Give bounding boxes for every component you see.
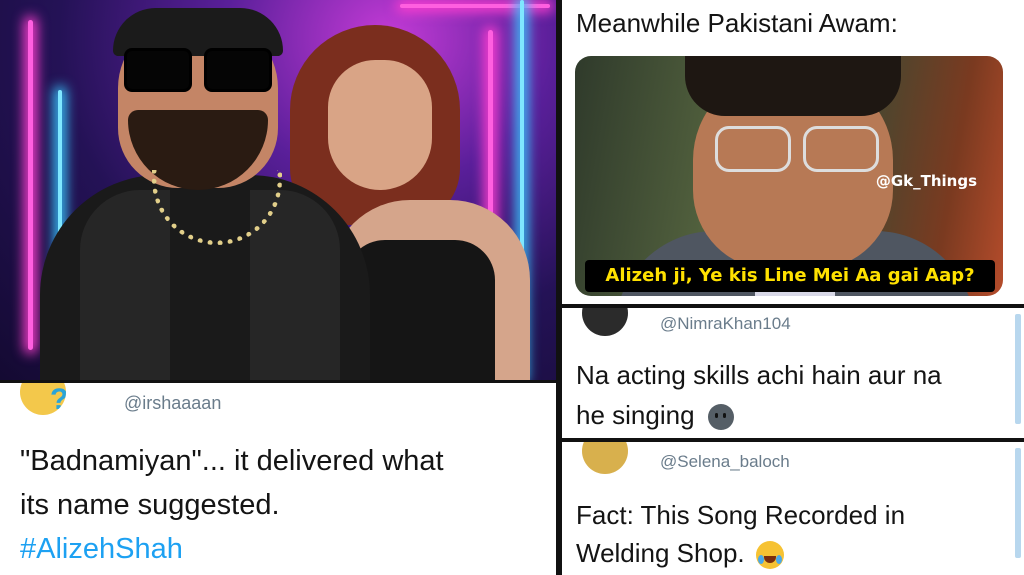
tweet-line-2-text: Welding Shop.: [576, 538, 745, 568]
song-poster-photo: [0, 0, 556, 380]
tweet-handle[interactable]: @NimraKhan104: [660, 314, 791, 334]
tweet-irshaaaan: ? @irshaaaan "Badnamiyan"... it delivere…: [0, 383, 556, 575]
meme-image: @Gk_Things Alizeh ji, Ye kis Line Mei Aa…: [575, 56, 1003, 296]
tweet-line-2: Welding Shop.: [576, 538, 784, 570]
neon-light: [400, 4, 550, 8]
sunglasses-icon: [124, 48, 192, 92]
tweet-meanwhile: Meanwhile Pakistani Awam: @Gk_Things Ali…: [562, 0, 1024, 304]
spectacles-icon: [803, 126, 879, 172]
woman-face: [328, 60, 432, 190]
spectacles-icon: [715, 126, 791, 172]
tweet-line-1: Fact: This Song Recorded in: [576, 500, 906, 530]
meme-watermark: @Gk_Things: [875, 172, 977, 190]
vest-left: [80, 190, 170, 380]
sunglasses-icon: [204, 48, 272, 92]
tweet-line-2-text: he singing: [576, 400, 695, 430]
tweet-line-1: "Badnamiyan"... it delivered what: [20, 445, 444, 477]
meme-hair: [685, 56, 901, 116]
question-icon: ?: [50, 383, 66, 415]
tweet-handle[interactable]: @Selena_baloch: [660, 452, 790, 472]
tweet-line-2: he singing: [576, 400, 734, 431]
scrollbar[interactable]: [1015, 314, 1021, 424]
avatar[interactable]: [582, 308, 628, 336]
tweet-selena-baloch: @Selena_baloch Fact: This Song Recorded …: [562, 442, 1024, 575]
tears-of-joy-icon: [755, 541, 784, 570]
scrollbar[interactable]: [1015, 448, 1021, 558]
tweet-handle[interactable]: @irshaaaan: [124, 393, 221, 414]
meme-caption: Alizeh ji, Ye kis Line Mei Aa gai Aap?: [585, 260, 995, 292]
tweet-text: Meanwhile Pakistani Awam:: [576, 8, 898, 38]
tweet-line-2: its name suggested.: [20, 489, 280, 521]
avatar[interactable]: ?: [20, 383, 66, 415]
avatar[interactable]: [582, 442, 628, 474]
neon-light: [28, 20, 33, 350]
neutral-face-icon: [707, 404, 734, 431]
tweet-line-1: Na acting skills achi hain aur na: [576, 360, 942, 390]
tweet-nimrakhan104: @NimraKhan104 Na acting skills achi hain…: [562, 308, 1024, 438]
hashtag-link[interactable]: #AlizehShah: [20, 533, 183, 566]
